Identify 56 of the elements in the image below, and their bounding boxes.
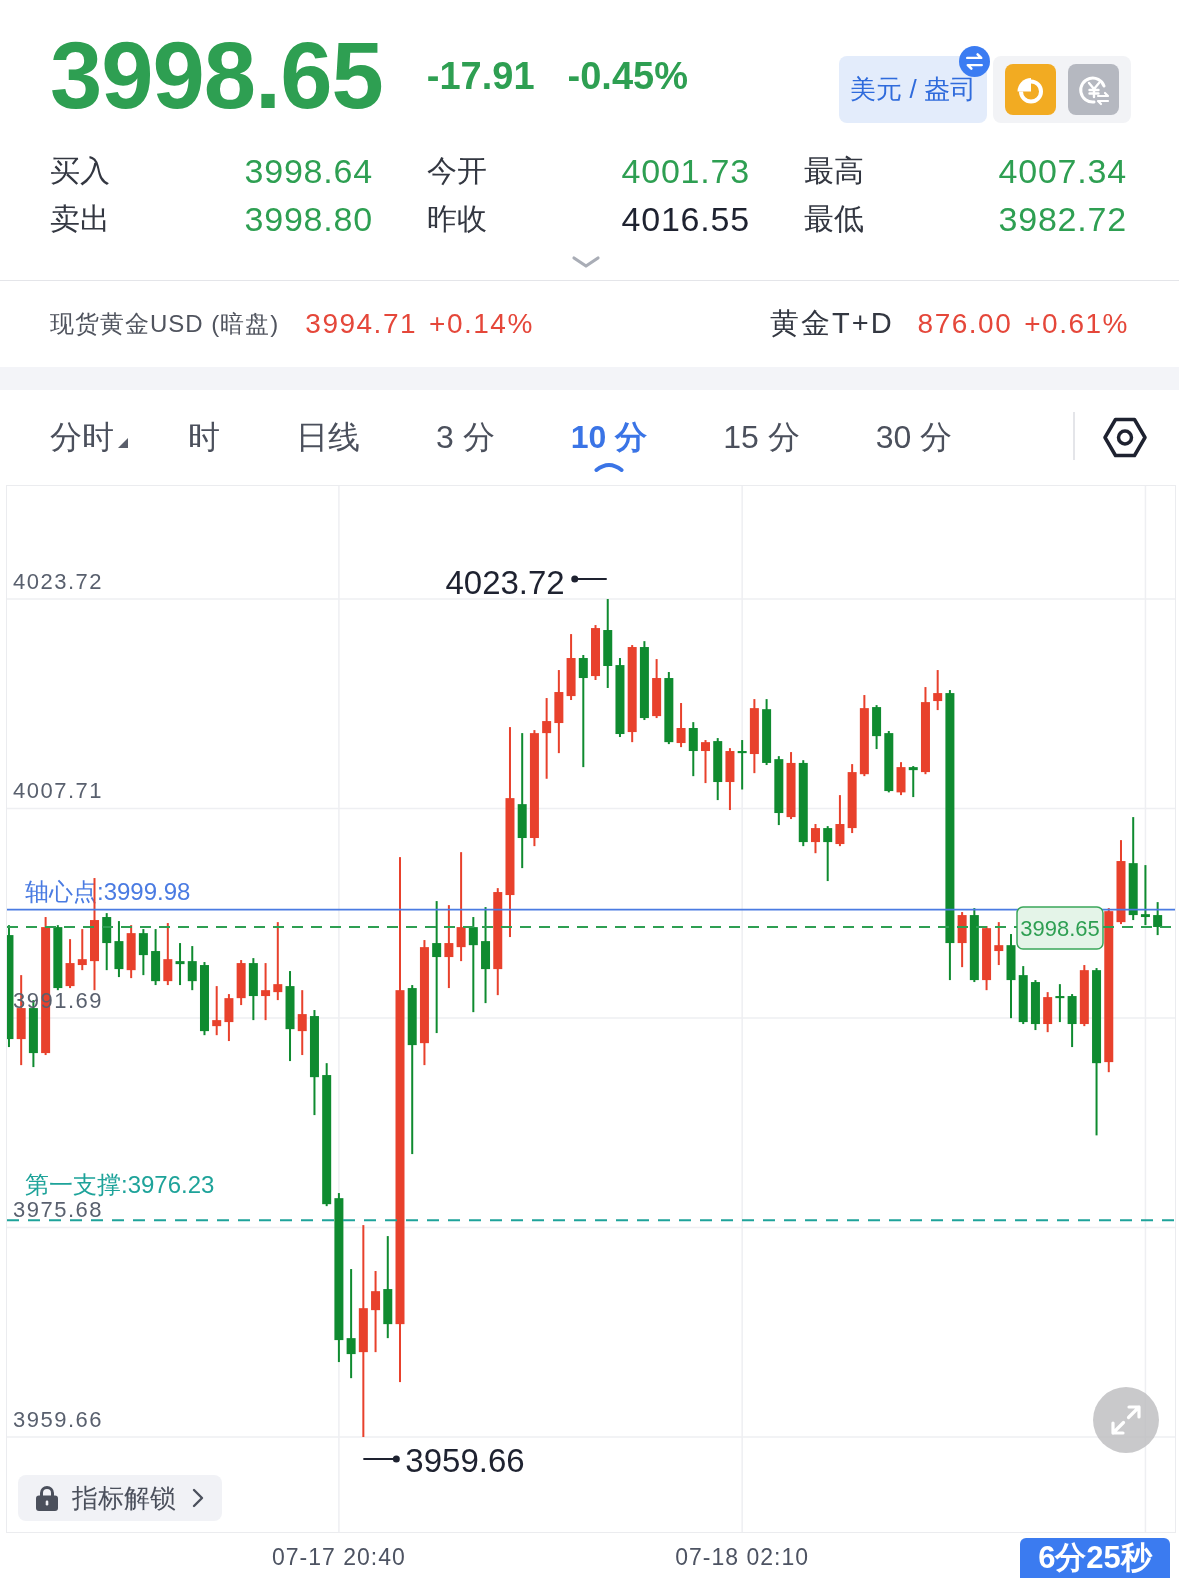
indicator-unlock-button[interactable]: 指标解锁 [18, 1475, 222, 1521]
low-price-label: 3959.66 [405, 1442, 525, 1480]
expand-stats-button[interactable] [570, 254, 601, 270]
stat-label: 卖出 [50, 200, 110, 237]
stat-value: 3998.80 [244, 199, 373, 239]
period-tab[interactable]: 30 分 [875, 417, 953, 472]
period-tab[interactable]: 时 [188, 417, 220, 472]
stat-value: 3998.64 [244, 151, 373, 191]
stat-label: 最低 [804, 200, 864, 237]
percent-change: -0.45% [567, 54, 688, 99]
stat-value: 4001.73 [621, 151, 750, 191]
period-tab[interactable]: 15 分 [723, 417, 800, 472]
quote-name: 现货黄金USD (暗盘) [50, 309, 280, 339]
lock-icon [36, 1485, 58, 1511]
stat-value: 4007.34 [998, 151, 1127, 191]
price-tag: 3998.65 [1016, 906, 1104, 950]
unit-button[interactable]: 美元 / 盎司 [839, 56, 987, 123]
y-axis-label: 4007.71 [13, 778, 104, 804]
history-button[interactable] [1005, 64, 1056, 115]
support-label: 第一支撑:3976.23 [25, 1171, 215, 1199]
swap-icon[interactable] [959, 46, 990, 77]
period-tab[interactable]: 10 分 [570, 417, 648, 472]
leader-line [362, 1455, 400, 1463]
period-tab[interactable]: 分时 [50, 417, 128, 472]
quote-change: +0.14% [429, 308, 534, 340]
period-tab[interactable]: 3 分 [436, 417, 495, 472]
chevron-down-icon [570, 254, 601, 270]
stat-value: 3982.72 [998, 199, 1127, 239]
last-price: 3998.65 [50, 23, 383, 129]
stat-label: 昨收 [427, 200, 487, 237]
period-tab[interactable]: 日线 [296, 417, 360, 472]
stat-value: 4016.55 [621, 199, 750, 239]
high-price-label: 4023.72 [445, 564, 565, 601]
settings-icon [1103, 417, 1147, 458]
stat-label: 最高 [804, 152, 864, 189]
quote-change: +0.61% [1024, 308, 1129, 340]
quote-price: 3994.71 [305, 308, 418, 340]
exchange-button[interactable] [1068, 64, 1119, 115]
x-axis-label: 07-17 20:40 [272, 1544, 406, 1570]
stat-label: 买入 [50, 152, 110, 189]
y-axis-label: 4023.72 [13, 569, 104, 594]
price-change: -17.91 [426, 54, 535, 99]
quote-price: 876.00 [917, 308, 1013, 340]
x-axis-label: 07-18 02:10 [675, 1544, 810, 1570]
chevron-right-icon [192, 1488, 204, 1508]
countdown-badge: 6分25秒 [1020, 1538, 1170, 1578]
dropdown-triangle-icon [118, 438, 128, 448]
settings-button[interactable] [1103, 417, 1147, 458]
stat-label: 今开 [427, 152, 487, 189]
annotation: 3998.65 [1020, 915, 1100, 941]
y-axis-label: 3959.66 [13, 1407, 104, 1433]
y-axis-label: 3975.68 [13, 1197, 104, 1223]
quote-name: 黄金T+D [770, 306, 894, 341]
leader-line [571, 575, 608, 583]
expand-icon [1110, 1404, 1142, 1436]
selected-tab-indicator-icon [593, 461, 624, 472]
